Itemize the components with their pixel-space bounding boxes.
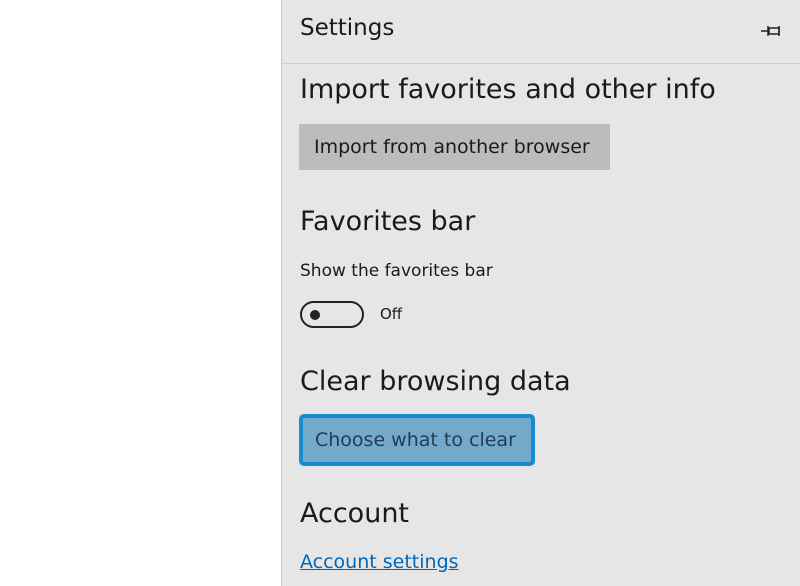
clear-browsing-data-heading: Clear browsing data <box>300 366 571 397</box>
pin-icon <box>761 26 780 36</box>
settings-title: Settings <box>300 15 395 41</box>
toggle-state-label: Off <box>380 305 403 323</box>
toggle-knob <box>310 310 320 320</box>
show-favorites-bar-label: Show the favorites bar <box>300 261 493 281</box>
account-heading: Account <box>300 498 410 529</box>
favorites-bar-heading: Favorites bar <box>300 206 476 237</box>
favorites-bar-toggle[interactable] <box>300 301 364 328</box>
settings-panel: Settings Import favorites and other info… <box>281 0 800 586</box>
import-from-browser-button[interactable]: Import from another browser <box>299 124 610 170</box>
settings-header: Settings <box>282 0 800 64</box>
account-settings-link[interactable]: Account settings <box>300 551 459 573</box>
page: Settings Import favorites and other info… <box>0 0 800 586</box>
pin-button[interactable] <box>758 18 786 44</box>
import-heading: Import favorites and other info <box>300 74 716 105</box>
choose-what-to-clear-button[interactable]: Choose what to clear <box>299 414 535 466</box>
